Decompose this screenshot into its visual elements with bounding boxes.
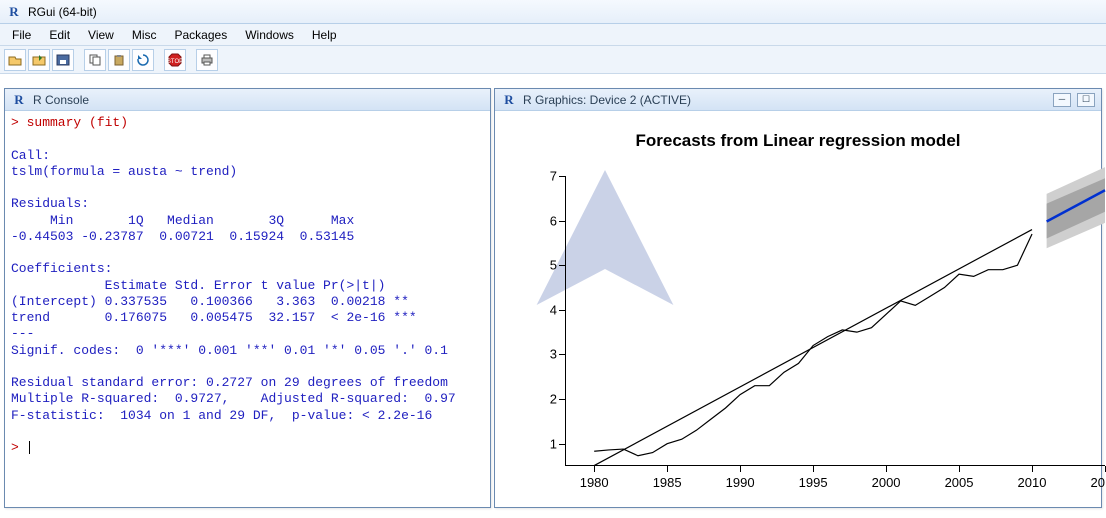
load-workspace-icon[interactable] [28, 49, 50, 71]
chart-title: Forecasts from Linear regression model [495, 131, 1101, 151]
y-tick-label: 6 [537, 213, 557, 228]
y-tick [559, 310, 565, 311]
open-icon[interactable] [4, 49, 26, 71]
y-tick-label: 4 [537, 302, 557, 317]
r-logo-icon: R [6, 4, 22, 20]
x-tick-label: 2015 [1085, 475, 1106, 490]
graphics-title: R Graphics: Device 2 (ACTIVE) [523, 93, 691, 107]
series-observed [594, 234, 1032, 456]
cursor-icon [29, 441, 30, 454]
x-tick [1032, 466, 1033, 472]
svg-text:STOP: STOP [168, 59, 182, 65]
y-tick [559, 176, 565, 177]
console-title: R Console [33, 93, 89, 107]
toolbar: STOP [0, 46, 1106, 74]
x-tick-label: 2005 [939, 475, 979, 490]
x-tick [594, 466, 595, 472]
console-prompt: > [11, 440, 27, 455]
y-tick [559, 265, 565, 266]
maximize-button[interactable]: ☐ [1077, 93, 1095, 107]
x-tick-label: 2010 [1012, 475, 1052, 490]
x-tick-label: 1995 [793, 475, 833, 490]
menu-view[interactable]: View [80, 26, 122, 44]
y-tick [559, 221, 565, 222]
console-titlebar[interactable]: R R Console [5, 89, 490, 111]
app-titlebar: R RGui (64-bit) [0, 0, 1106, 24]
menu-windows[interactable]: Windows [237, 26, 302, 44]
x-tick-label: 1990 [720, 475, 760, 490]
y-tick-label: 2 [537, 392, 557, 407]
x-tick [813, 466, 814, 472]
y-tick [559, 354, 565, 355]
y-tick [559, 444, 565, 445]
y-tick-label: 5 [537, 258, 557, 273]
save-icon[interactable] [52, 49, 74, 71]
chart-svg [565, 176, 1105, 466]
graphics-window[interactable]: R R Graphics: Device 2 (ACTIVE) ─ ☐ Fore… [494, 88, 1102, 508]
menu-help[interactable]: Help [304, 26, 345, 44]
copy-icon[interactable] [84, 49, 106, 71]
print-icon[interactable] [196, 49, 218, 71]
menu-misc[interactable]: Misc [124, 26, 165, 44]
console-output: Call: tslm(formula = austa ~ trend) Resi… [11, 148, 456, 423]
r-logo-icon: R [501, 92, 517, 108]
x-tick-label: 2000 [866, 475, 906, 490]
plot-area: 123456719801985199019952000200520102015 [565, 176, 1105, 466]
graphics-body: Forecasts from Linear regression model 1… [495, 111, 1101, 507]
x-tick-label: 1980 [574, 475, 614, 490]
r-logo-icon: R [11, 92, 27, 108]
console-command: > summary (fit) [11, 115, 128, 130]
menu-packages[interactable]: Packages [167, 26, 236, 44]
refresh-icon[interactable] [132, 49, 154, 71]
minimize-button[interactable]: ─ [1053, 93, 1071, 107]
y-tick [559, 399, 565, 400]
x-tick [740, 466, 741, 472]
y-tick-label: 1 [537, 436, 557, 451]
console-body[interactable]: > summary (fit) Call: tslm(formula = aus… [5, 111, 490, 460]
menu-edit[interactable]: Edit [41, 26, 78, 44]
menu-file[interactable]: File [4, 26, 39, 44]
mdi-area: R R Console > summary (fit) Call: tslm(f… [0, 74, 1106, 518]
app-title: RGui (64-bit) [28, 5, 97, 19]
y-tick-label: 7 [537, 169, 557, 184]
stop-icon[interactable]: STOP [164, 49, 186, 71]
x-tick [886, 466, 887, 472]
graphics-titlebar[interactable]: R R Graphics: Device 2 (ACTIVE) ─ ☐ [495, 89, 1101, 111]
console-window[interactable]: R R Console > summary (fit) Call: tslm(f… [4, 88, 491, 508]
y-tick-label: 3 [537, 347, 557, 362]
paste-icon[interactable] [108, 49, 130, 71]
x-tick-label: 1985 [647, 475, 687, 490]
x-tick [667, 466, 668, 472]
menubar: File Edit View Misc Packages Windows Hel… [0, 24, 1106, 46]
x-tick [959, 466, 960, 472]
series-fitted [594, 230, 1032, 466]
